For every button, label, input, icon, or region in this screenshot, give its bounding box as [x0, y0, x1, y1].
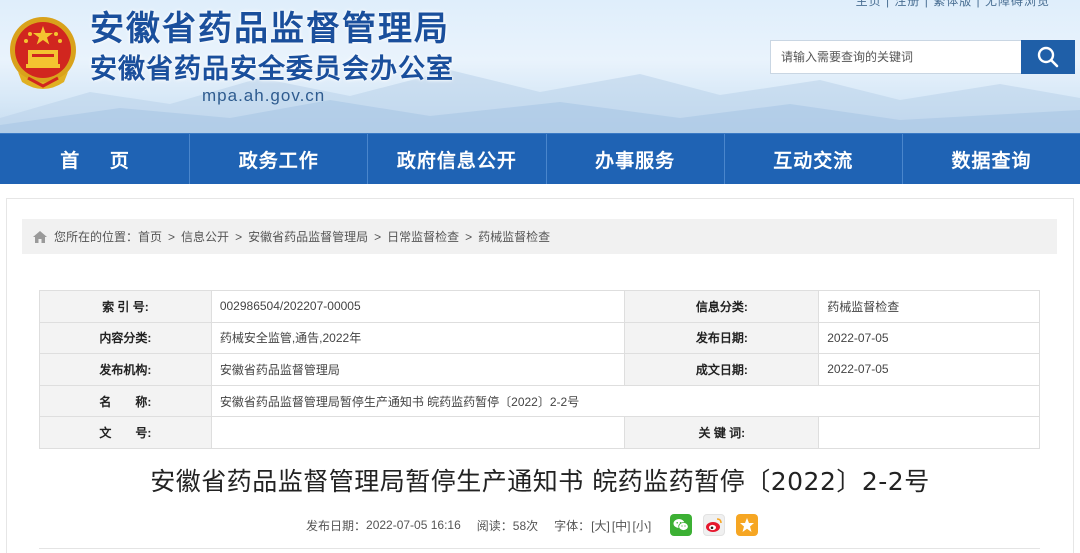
written-date-value: 2022-07-05 [818, 353, 1040, 386]
breadcrumb-separator: > [374, 229, 382, 244]
divider [39, 548, 1040, 549]
category-label: 信息分类: [624, 290, 820, 323]
site-domain: mpa.ah.gov.cn [202, 86, 326, 105]
publisher-label: 发布机构: [39, 353, 212, 386]
breadcrumb-separator: > [168, 229, 176, 244]
keywords-value [818, 416, 1040, 449]
table-row: 索 引 号: 002986504/202207-00005 信息分类: 药械监督… [39, 290, 1040, 323]
content-category-label: 内容分类: [39, 321, 212, 355]
publish-date-label: 发布日期: [624, 321, 820, 355]
breadcrumb-prefix: 您所在的位置： [54, 230, 139, 244]
written-date-label: 成文日期: [624, 353, 820, 386]
breadcrumb-item-device-inspection[interactable]: 药械监督检查 [478, 228, 550, 245]
breadcrumb-separator: > [465, 229, 473, 244]
doc-name-value: 安徽省药品监督管理局暂停生产通知书 皖药监药暂停〔2022〕2-2号 [210, 384, 1041, 418]
nav-item-government-affairs[interactable]: 政务工作 [190, 134, 369, 184]
table-row: 文 号: 关 键 词: [39, 416, 1040, 449]
share-weibo-button[interactable] [703, 514, 726, 536]
font-size-label: 字体： [554, 518, 591, 533]
nav-item-data-query[interactable]: 数据查询 [903, 134, 1080, 184]
article-meta: 发布日期： 2022-07-05 16:16 阅读： 58次 字体： [大] [… [306, 512, 759, 538]
nav-item-home[interactable]: 首 页 [0, 134, 191, 184]
font-size-large-button[interactable]: [大] [591, 517, 610, 534]
keywords-label: 关 键 词: [624, 416, 820, 449]
national-emblem [10, 17, 76, 89]
site-title[interactable]: 安徽省药品监督管理局 [90, 6, 450, 52]
search-input[interactable] [771, 41, 1021, 73]
share-wechat-button[interactable] [670, 514, 693, 536]
publisher-value: 安徽省药品监督管理局 [210, 353, 626, 386]
category-value: 药械监督检查 [818, 290, 1040, 323]
font-size-medium-button[interactable]: [中] [612, 517, 631, 534]
breadcrumb-item-bureau[interactable]: 安徽省药品监督管理局 [248, 228, 368, 245]
breadcrumb-item-info-disclosure[interactable]: 信息公开 [181, 228, 229, 245]
qzone-icon [740, 518, 755, 532]
breadcrumb: 您所在的位置： 首页 > 信息公开 > 安徽省药品监督管理局 > 日常监督检查 … [22, 219, 1057, 254]
breadcrumb-item-home[interactable]: 首页 [138, 228, 162, 245]
search-box [770, 40, 1075, 74]
site-header: 主页 | 注册 | 繁体版 | 无障碍浏览 安徽省药品监督管理局 安徽省药品安全… [0, 0, 1080, 133]
font-size-small-button[interactable]: [小] [633, 517, 652, 534]
article-title: 安徽省药品监督管理局暂停生产通知书 皖药监药暂停〔2022〕2-2号 [150, 467, 930, 496]
read-count-label: 阅读： [476, 518, 513, 533]
publish-date-value: 2022-07-05 [818, 321, 1040, 355]
share-qzone-button[interactable] [736, 514, 759, 536]
home-icon [33, 230, 47, 243]
table-row: 发布机构: 安徽省药品监督管理局 成文日期: 2022-07-05 [39, 353, 1040, 386]
content-category-value: 药械安全监管,通告,2022年 [210, 321, 626, 355]
nav-item-info-disclosure[interactable]: 政府信息公开 [368, 134, 547, 184]
doc-number-value [210, 416, 626, 449]
wechat-icon [673, 519, 689, 531]
search-button[interactable] [1021, 40, 1075, 74]
site-subtitle: 安徽省药品安全委员会办公室 [90, 54, 454, 85]
table-row: 内容分类: 药械安全监管,通告,2022年 发布日期: 2022-07-05 [39, 321, 1040, 355]
doc-name-label: 名 称: [39, 384, 212, 418]
breadcrumb-separator: > [235, 229, 243, 244]
doc-number-label: 文 号: [39, 416, 212, 449]
weibo-icon [706, 518, 722, 532]
top-links[interactable]: 主页 | 注册 | 繁体版 | 无障碍浏览 [856, 0, 1050, 9]
publish-date-meta-value: 2022-07-05 16:16 [366, 518, 461, 532]
table-row: 名 称: 安徽省药品监督管理局暂停生产通知书 皖药监药暂停〔2022〕2-2号 [39, 384, 1041, 418]
publish-date-meta-label: 发布日期： [306, 518, 367, 533]
index-label: 索 引 号: [39, 290, 212, 323]
nav-item-services[interactable]: 办事服务 [547, 134, 725, 184]
main-nav: 首 页 政务工作 政府信息公开 办事服务 互动交流 数据查询 [0, 133, 1080, 184]
document-info-table: 索 引 号: 002986504/202207-00005 信息分类: 药械监督… [39, 290, 1041, 449]
index-value: 002986504/202207-00005 [210, 290, 626, 323]
breadcrumb-item-daily-inspection[interactable]: 日常监督检查 [387, 228, 459, 245]
search-icon [1037, 46, 1059, 68]
read-count-value: 58次 [512, 518, 539, 533]
nav-item-interaction[interactable]: 互动交流 [725, 134, 903, 184]
